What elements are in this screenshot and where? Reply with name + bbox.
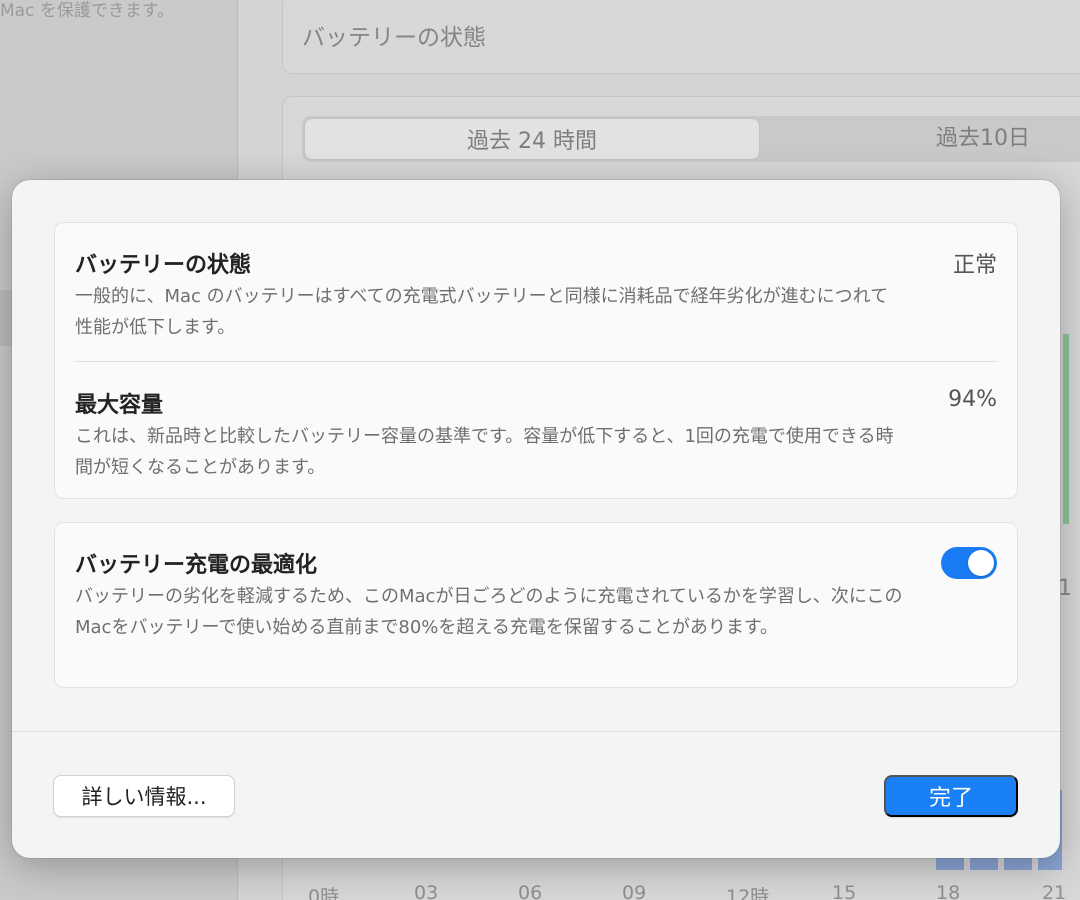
background-x-tick: 0時 xyxy=(308,886,340,900)
background-x-tick: 18 xyxy=(936,882,961,900)
max-capacity-description: これは、新品時と比較したバッテリー容量の基準です。容量が低下すると、1回の充電で… xyxy=(75,426,894,478)
background-x-axis: 0時 03 06 09 12時 15 18 21 xyxy=(300,882,1080,900)
max-capacity-title: 最大容量 xyxy=(75,393,164,418)
battery-info-group: バッテリーの状態 正常 一般的に、Mac のバッテリーはすべての充電式バッテリー… xyxy=(54,222,1018,499)
footer-divider xyxy=(12,731,1060,732)
optimized-charging-group: バッテリー充電の最適化 バッテリーの劣化を軽減するため、このMacが日ごろどのよ… xyxy=(54,522,1018,688)
background-segment-24h: 過去 24 時間 xyxy=(304,118,760,160)
background-axis-label: 1 xyxy=(1058,576,1072,601)
background-header-title: バッテリーの状態 xyxy=(302,25,486,51)
battery-health-row: バッテリーの状態 正常 一般的に、Mac のバッテリーはすべての充電式バッテリー… xyxy=(75,247,997,347)
background-x-tick: 15 xyxy=(832,882,857,900)
row-divider xyxy=(75,361,997,362)
background-chart-bar xyxy=(1063,334,1069,524)
optimized-charging-row: バッテリー充電の最適化 バッテリーの劣化を軽減するため、このMacが日ごろどのよ… xyxy=(75,547,997,677)
background-x-tick: 12時 xyxy=(726,886,770,900)
done-button[interactable]: 完了 xyxy=(884,775,1018,817)
background-x-tick: 09 xyxy=(622,882,647,900)
background-sidebar-caption: Mac を保護できます。 xyxy=(0,1,175,21)
background-x-tick: 06 xyxy=(518,882,543,900)
background-x-tick: 03 xyxy=(414,882,439,900)
background-segment-10d: 過去10日 xyxy=(936,126,1030,151)
battery-health-sheet: バッテリーの状態 正常 一般的に、Mac のバッテリーはすべての充電式バッテリー… xyxy=(12,180,1060,858)
battery-health-value: 正常 xyxy=(952,253,997,278)
battery-health-description: 一般的に、Mac のバッテリーはすべての充電式バッテリーと同様に消耗品で経年劣化… xyxy=(75,286,889,338)
toggle-knob xyxy=(968,550,994,576)
max-capacity-row: 最大容量 94% これは、新品時と比較したバッテリー容量の基準です。容量が低下す… xyxy=(75,387,997,487)
background-x-tick: 21 xyxy=(1042,882,1067,900)
max-capacity-value: 94% xyxy=(948,387,997,412)
optimized-charging-description: バッテリーの劣化を軽減するため、このMacが日ごろどのように充電されているかを学… xyxy=(75,586,903,638)
battery-health-title: バッテリーの状態 xyxy=(75,253,252,278)
optimized-charging-title: バッテリー充電の最適化 xyxy=(75,553,318,578)
more-info-button[interactable]: 詳しい情報... xyxy=(53,775,235,817)
optimized-charging-toggle[interactable] xyxy=(941,547,997,579)
